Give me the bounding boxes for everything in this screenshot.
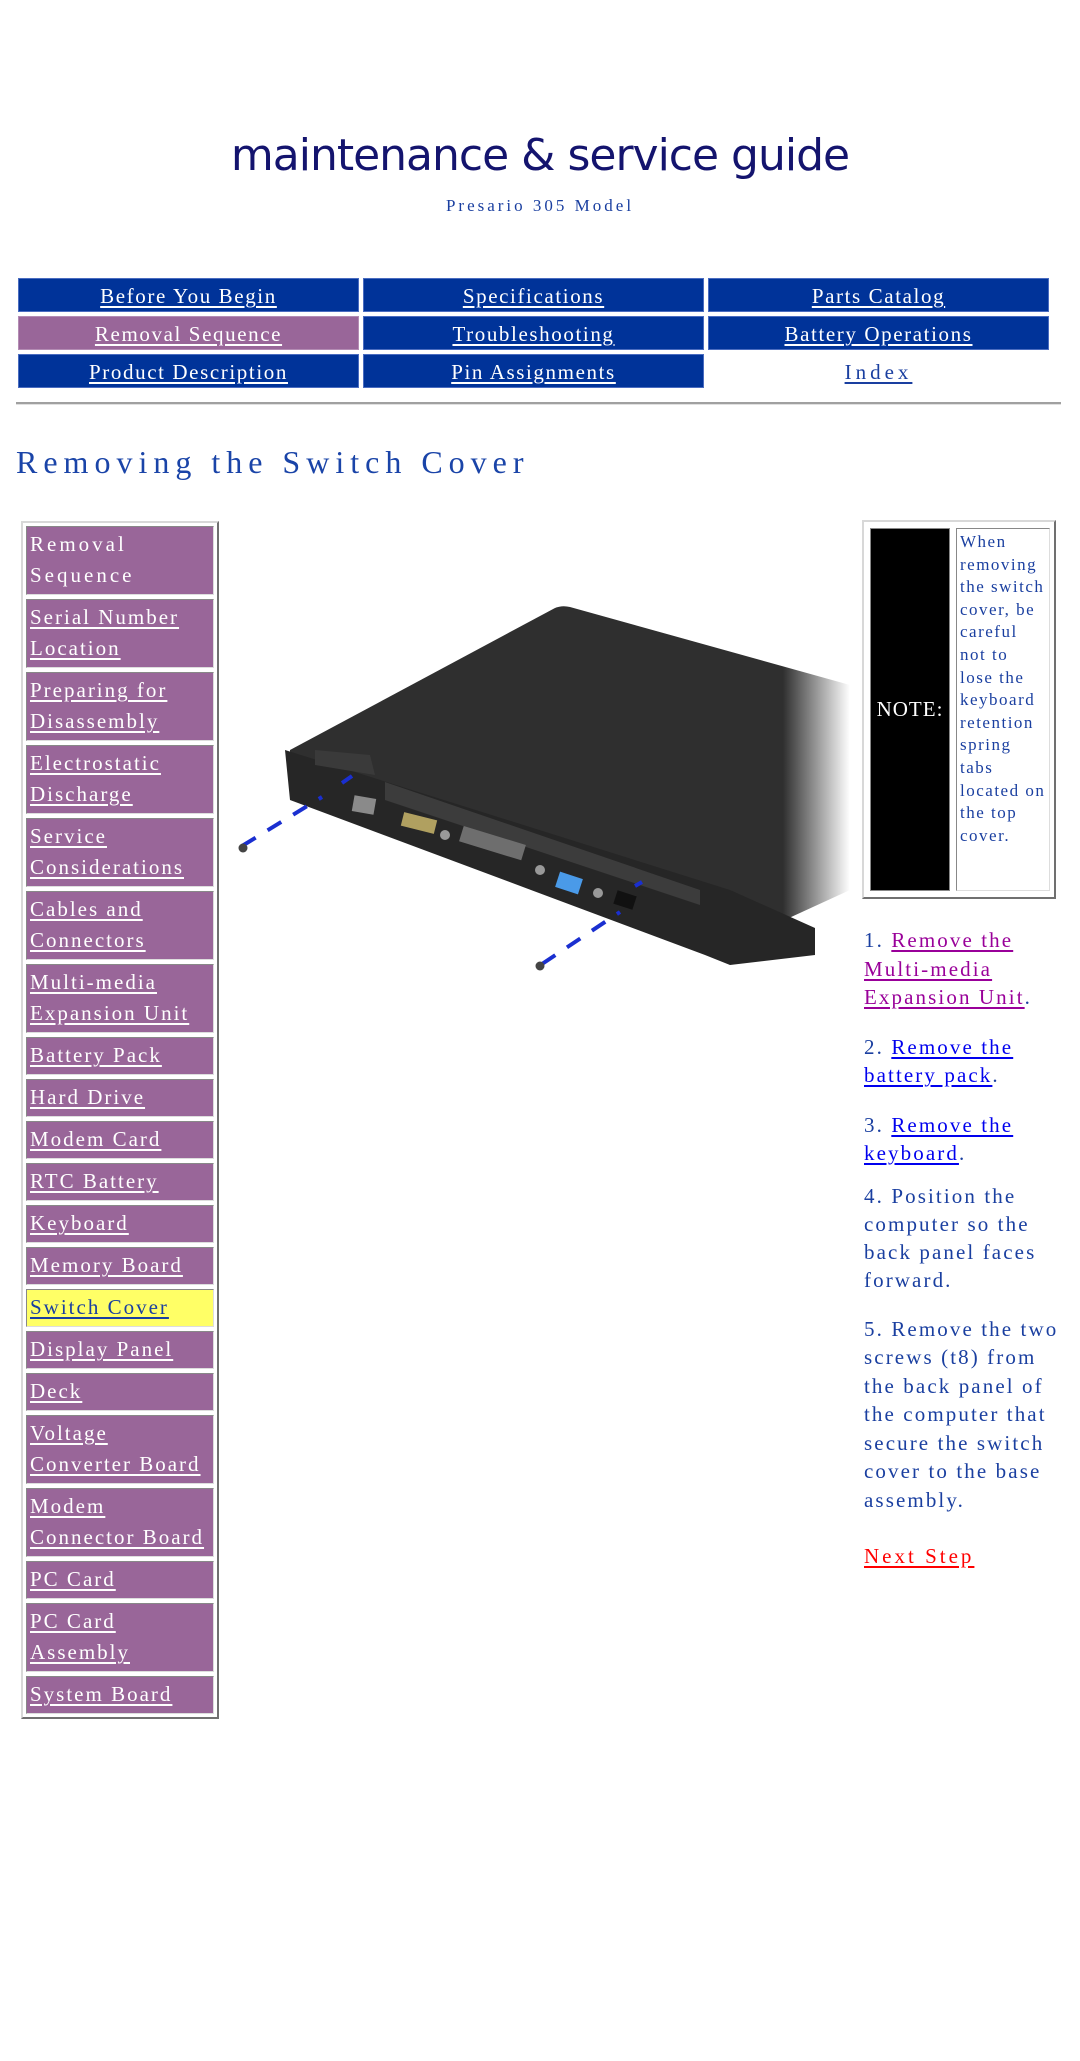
sidebar-link[interactable]: Service Considerations	[30, 824, 184, 879]
sidebar-link[interactable]: PC Card Assembly	[30, 1609, 130, 1664]
step-number: 3.	[864, 1112, 884, 1137]
page-title: Removing the Switch Cover	[16, 444, 530, 480]
nav-parts-catalog[interactable]: Parts Catalog	[708, 278, 1049, 312]
sidebar-link[interactable]: Display Panel	[30, 1337, 173, 1361]
nav-link[interactable]: Index	[845, 360, 913, 384]
sidebar-item-voltage-converter-board[interactable]: Voltage Converter Board	[26, 1415, 214, 1484]
sidebar-link[interactable]: Voltage Converter Board	[30, 1421, 201, 1476]
nav-removal-sequence[interactable]: Removal Sequence	[18, 316, 359, 350]
step-link-battery-pack[interactable]: Remove the battery pack	[864, 1035, 1013, 1088]
step-number: 5.	[864, 1316, 884, 1341]
sidebar-link[interactable]: Electrostatic Discharge	[30, 751, 161, 806]
step-text: Remove the two screws (t8) from the back…	[864, 1316, 1059, 1512]
sidebar-item-service-considerations[interactable]: Service Considerations	[26, 818, 214, 887]
step-2: 2. Remove the battery pack.	[864, 1034, 1014, 1088]
sidebar-link[interactable]: Battery Pack	[30, 1043, 162, 1067]
sidebar-item-battery-pack[interactable]: Battery Pack	[26, 1037, 214, 1075]
sidebar-link[interactable]: Deck	[30, 1379, 82, 1403]
nav-battery-operations[interactable]: Battery Operations	[708, 316, 1049, 350]
nav-pin-assignments[interactable]: Pin Assignments	[363, 354, 704, 388]
switch-cover-illustration	[230, 590, 850, 990]
nav-link[interactable]: Removal Sequence	[95, 322, 282, 346]
sidebar-link[interactable]: Modem Connector Board	[30, 1494, 204, 1549]
sidebar-item-pc-card[interactable]: PC Card	[26, 1561, 214, 1599]
guide-logo: maintenance & service guide	[230, 130, 850, 181]
sidebar-item-rtc-battery[interactable]: RTC Battery	[26, 1163, 214, 1201]
step-number: 2.	[864, 1034, 884, 1059]
step-4: 4. Position the computer so the back pan…	[864, 1182, 1069, 1294]
step-1: 1. Remove the Multi-media Expansion Unit…	[864, 928, 1032, 1009]
nav-link[interactable]: Parts Catalog	[812, 284, 945, 308]
sidebar-link[interactable]: RTC Battery	[30, 1169, 159, 1193]
sidebar-link[interactable]: Serial Number Location	[30, 605, 179, 660]
nav-product-description[interactable]: Product Description	[18, 354, 359, 388]
sidebar-link[interactable]: System Board	[30, 1682, 172, 1706]
laptop-back-panel-image	[238, 606, 850, 971]
sidebar-item-serial-number-location[interactable]: Serial Number Location	[26, 599, 214, 668]
nav-link[interactable]: Troubleshooting	[452, 322, 614, 346]
sidebar-item-multi-media-expansion-unit[interactable]: Multi-media Expansion Unit	[26, 964, 214, 1033]
sidebar-link[interactable]: Preparing for Disassembly	[30, 678, 167, 733]
nav-before-you-begin[interactable]: Before You Begin	[18, 278, 359, 312]
divider	[16, 402, 1061, 405]
sidebar-link[interactable]: Memory Board	[30, 1253, 183, 1277]
sidebar-heading: Removal Sequence	[26, 526, 214, 595]
step-number: 4.	[864, 1183, 884, 1208]
sidebar-item-electrostatic-discharge[interactable]: Electrostatic Discharge	[26, 745, 214, 814]
step-link-keyboard[interactable]: Remove the keyboard	[864, 1113, 1013, 1166]
nav-troubleshooting[interactable]: Troubleshooting	[363, 316, 704, 350]
sidebar-link[interactable]: Multi-media Expansion Unit	[30, 970, 189, 1025]
next-step-link[interactable]: Next Step	[864, 1544, 974, 1568]
nav-specifications[interactable]: Specifications	[363, 278, 704, 312]
sidebar-link[interactable]: Hard Drive	[30, 1085, 145, 1109]
sidebar-item-modem-card[interactable]: Modem Card	[26, 1121, 214, 1159]
step-text: Position the computer so the back panel …	[864, 1183, 1037, 1292]
model-subtitle: Presario 305 Model	[445, 196, 635, 215]
nav-link[interactable]: Battery Operations	[784, 322, 972, 346]
step-number: 1.	[864, 928, 884, 952]
note-box: NOTE: When removing the switch cover, be…	[862, 520, 1056, 899]
sidebar-item-preparing-for-disassembly[interactable]: Preparing for Disassembly	[26, 672, 214, 741]
step-link-multimedia-expansion[interactable]: Remove the Multi-media Expansion Unit	[864, 928, 1025, 1009]
steps-list: 1. Remove the Multi-media Expansion Unit…	[864, 926, 1069, 1571]
sidebar-item-deck[interactable]: Deck	[26, 1373, 214, 1411]
sidebar-link[interactable]: PC Card	[30, 1567, 116, 1591]
sidebar-link[interactable]: Keyboard	[30, 1211, 129, 1235]
sidebar-item-modem-connector-board[interactable]: Modem Connector Board	[26, 1488, 214, 1557]
note-label: NOTE:	[870, 528, 950, 891]
sidebar-item-hard-drive[interactable]: Hard Drive	[26, 1079, 214, 1117]
step-5: 5. Remove the two screws (t8) from the b…	[864, 1315, 1069, 1515]
step-3: 3. Remove the keyboard.	[864, 1112, 1014, 1166]
removal-sidebar: Removal Sequence Serial Number Location …	[21, 521, 219, 1719]
sidebar-link[interactable]: Modem Card	[30, 1127, 161, 1151]
sidebar-item-switch-cover[interactable]: Switch Cover	[26, 1289, 214, 1327]
nav-index[interactable]: Index	[708, 354, 1049, 388]
sidebar-item-keyboard[interactable]: Keyboard	[26, 1205, 214, 1243]
sidebar-item-cables-and-connectors[interactable]: Cables and Connectors	[26, 891, 214, 960]
sidebar-link[interactable]: Cables and Connectors	[30, 897, 146, 952]
sidebar-item-display-panel[interactable]: Display Panel	[26, 1331, 214, 1369]
sidebar-link[interactable]: Switch Cover	[30, 1295, 169, 1319]
nav-link[interactable]: Specifications	[463, 284, 604, 308]
nav-link[interactable]: Product Description	[89, 360, 288, 384]
sidebar-item-pc-card-assembly[interactable]: PC Card Assembly	[26, 1603, 214, 1672]
nav-link[interactable]: Before You Begin	[100, 284, 277, 308]
nav-link[interactable]: Pin Assignments	[451, 360, 616, 384]
note-text: When removing the switch cover, be caref…	[956, 528, 1050, 891]
sidebar-item-system-board[interactable]: System Board	[26, 1676, 214, 1714]
main-nav: Before You Begin Specifications Parts Ca…	[18, 278, 1063, 388]
sidebar-item-memory-board[interactable]: Memory Board	[26, 1247, 214, 1285]
